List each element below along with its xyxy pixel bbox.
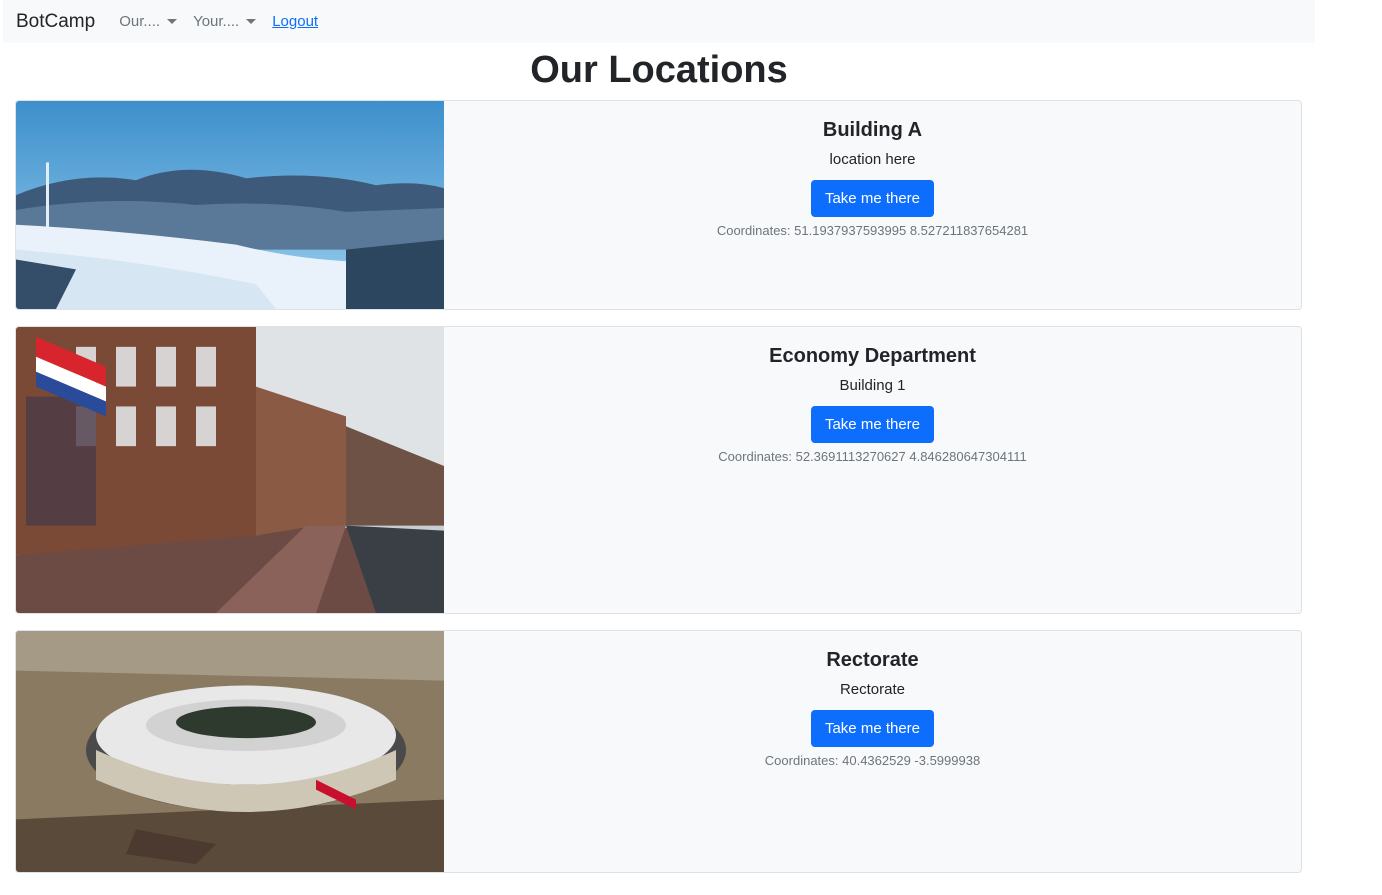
location-image [16,101,444,309]
logout-link[interactable]: Logout [272,13,318,30]
nav-dropdown-our[interactable]: Our.... [119,13,178,30]
brand-link[interactable]: BotCamp [16,11,95,33]
caret-down-icon [246,19,257,24]
location-description: Building 1 [839,377,906,394]
location-coordinates: Coordinates: 40.4362529 -3.5999938 [764,753,981,768]
nav-dropdown-our-label: Our.... [119,13,161,30]
location-card-body: Economy Department Building 1 Take me th… [444,327,1301,465]
location-coordinates: Coordinates: 51.1937937593995 8.52721183… [716,223,1029,238]
take-me-there-button[interactable]: Take me there [810,710,935,747]
take-me-there-button[interactable]: Take me there [810,180,935,217]
location-image [16,327,444,613]
location-card: Building A location here Take me there C… [15,100,1302,310]
page-title: Our Locations [530,49,788,91]
location-card-body: Rectorate Rectorate Take me there Coordi… [444,631,1301,769]
nav-dropdown-your[interactable]: Your.... [193,13,257,30]
nav-dropdown-your-label: Your.... [193,13,240,30]
location-image [16,631,444,872]
navbar: BotCamp Our.... Your.... Logout [3,0,1315,43]
location-card: Economy Department Building 1 Take me th… [15,326,1302,614]
location-coordinates: Coordinates: 52.3691113270627 4.84628064… [718,449,1027,464]
location-description: Rectorate [839,681,906,698]
location-title: Building A [822,119,923,141]
take-me-there-button[interactable]: Take me there [810,406,935,443]
location-description: location here [829,151,916,168]
caret-down-icon [167,19,178,24]
location-card-body: Building A location here Take me there C… [444,101,1301,239]
location-title: Rectorate [826,649,919,671]
location-card: Rectorate Rectorate Take me there Coordi… [15,630,1302,873]
location-title: Economy Department [769,345,976,367]
